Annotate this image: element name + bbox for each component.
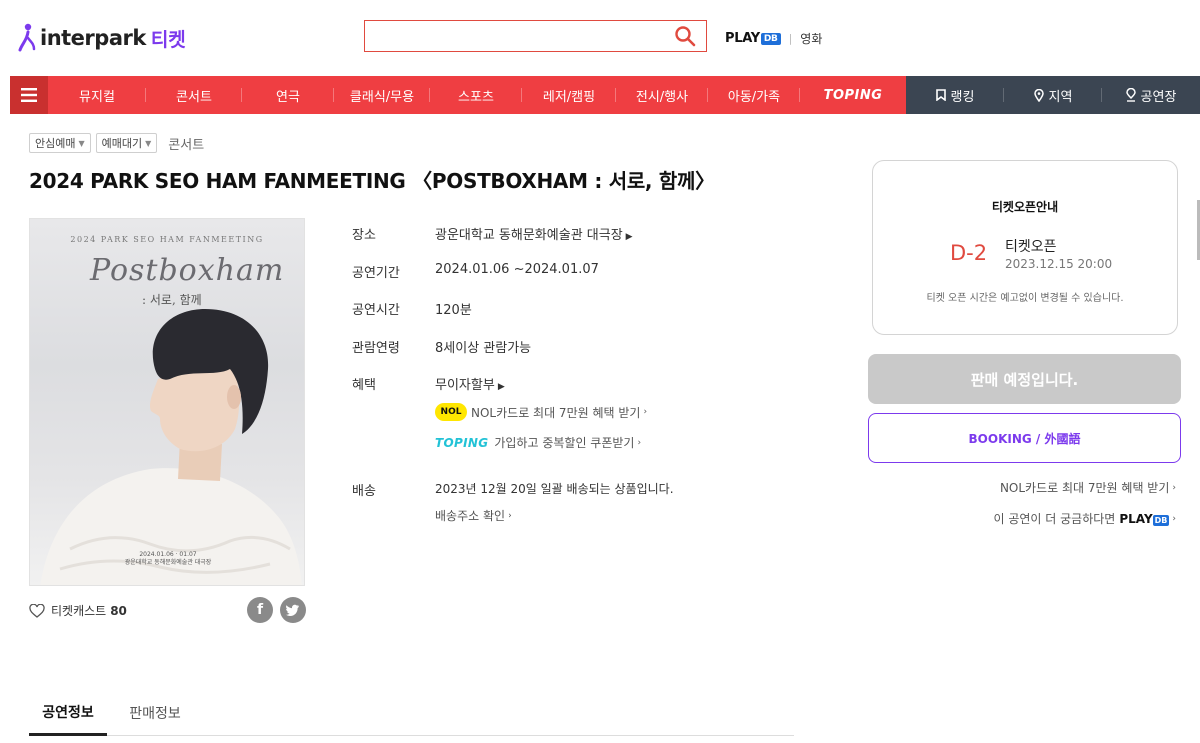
nav-item-sports[interactable]: 스포츠	[430, 76, 522, 114]
triangle-right-icon: ▶	[625, 232, 633, 242]
playdb-area: PLAY DB | 영화	[725, 30, 822, 47]
toping-badge: TOPING	[435, 435, 489, 450]
venue-pin-icon	[1125, 88, 1136, 102]
tag-bar: 안심예매 ▼ 예매대기 ▼ 콘서트	[29, 133, 204, 153]
nav-item-family[interactable]: 아동/가족	[708, 76, 800, 114]
ticket-open-label: 티켓오픈	[1005, 239, 1057, 255]
info-value: 2023년 12월 20일 일괄 배송되는 상품입니다.	[435, 482, 674, 496]
poster-portrait	[40, 309, 302, 585]
chevron-right-icon: ›	[508, 510, 512, 521]
heart-icon	[29, 603, 45, 618]
nav-label: 공연장	[1140, 89, 1177, 105]
chevron-right-icon: ›	[1172, 482, 1176, 493]
movie-link[interactable]: 영화	[800, 30, 822, 47]
hamburger-icon	[21, 88, 37, 102]
twitter-share-button[interactable]	[280, 597, 306, 623]
facebook-icon: f	[256, 602, 264, 618]
nav-item-play[interactable]: 연극	[242, 76, 334, 114]
info-row-runtime: 공연시간 120분	[352, 299, 472, 318]
triangle-right-icon: ▶	[497, 382, 505, 392]
logo-sub: 티켓	[150, 28, 186, 51]
location-pin-icon	[1033, 88, 1044, 102]
info-label: 관람연령	[352, 341, 400, 356]
nol-badge: NOL	[435, 403, 467, 421]
detail-tabs: 공연정보 판매정보	[29, 690, 794, 736]
divider: |	[788, 32, 793, 45]
bookmark-icon	[935, 89, 946, 101]
chevron-right-icon: ›	[1172, 513, 1176, 524]
ticket-open-note: 티켓 오픈 시간은 예고없이 변경될 수 있습니다.	[926, 293, 1124, 304]
caret-down-icon: ▼	[78, 138, 85, 148]
main-nav: 뮤지컬 콘서트 연극 클래식/무용 스포츠 레저/캠핑 전시/행사 아동/가족 …	[10, 76, 1200, 114]
menu-button[interactable]	[10, 76, 48, 114]
side-playdb-link[interactable]: 이 공연이 더 궁금하다면 PLAY DB ›	[994, 510, 1177, 527]
nav-item-exhibition[interactable]: 전시/행사	[616, 76, 708, 114]
info-row-delivery: 배송 2023년 12월 20일 일괄 배송되는 상품입니다.	[352, 480, 674, 499]
playdb-logo: PLAY DB	[1119, 511, 1170, 526]
ticket-open-title: 티켓오픈안내	[991, 200, 1059, 214]
ticket-open-date: 2023.12.15 20:00	[1005, 257, 1113, 271]
installment-link[interactable]: 무이자할부 ▶	[435, 374, 505, 393]
search-input[interactable]	[365, 21, 665, 51]
venue-link[interactable]: 광운대학교 동해문화예술관 대극장 ▶	[435, 224, 633, 243]
booking-foreign-button[interactable]: BOOKING / 外國語	[868, 413, 1181, 463]
tab-sales-info[interactable]: 판매정보	[116, 690, 194, 736]
sale-soon-button[interactable]: 판매 예정입니다.	[868, 354, 1181, 404]
nav-right: 랭킹 지역 공연장	[906, 76, 1200, 114]
info-row-period: 공연기간 2024.01.06 ~2024.01.07	[352, 262, 599, 281]
chevron-right-icon: ›	[637, 437, 642, 448]
page-title: 2024 PARK SEO HAM FANMEETING 〈POSTBOXHAM…	[29, 169, 715, 193]
delivery-address-link[interactable]: 배송주소 확인 ›	[435, 507, 512, 524]
facebook-share-button[interactable]: f	[247, 597, 273, 623]
nav-item-leisure[interactable]: 레저/캠핑	[522, 76, 616, 114]
nol-card-link[interactable]: NOL NOL카드로 최대 7만원 혜택 받기 ›	[435, 403, 647, 421]
info-label: 배송	[352, 484, 376, 499]
side-nol-link[interactable]: NOL카드로 최대 7만원 혜택 받기 ›	[1000, 479, 1176, 496]
info-label: 장소	[352, 228, 376, 243]
info-label: 공연기간	[352, 266, 400, 281]
nav-label: 지역	[1048, 89, 1073, 105]
info-row-age: 관람연령 8세이상 관람가능	[352, 337, 531, 356]
info-value: 2024.01.06 ~2024.01.07	[435, 262, 599, 277]
playdb-logo[interactable]: PLAY DB	[725, 31, 781, 46]
toping-link[interactable]: TOPING 가입하고 중복할인 쿠폰받기 ›	[435, 434, 641, 451]
tag-waitlist[interactable]: 예매대기 ▼	[95, 133, 158, 153]
twitter-icon	[286, 604, 299, 616]
nav-item-ranking[interactable]: 랭킹	[906, 76, 1004, 114]
info-value: 120분	[435, 303, 472, 318]
info-label: 공연시간	[352, 303, 400, 318]
info-row-venue: 장소 광운대학교 동해문화예술관 대극장 ▶	[352, 224, 633, 243]
nav-item-concert[interactable]: 콘서트	[146, 76, 242, 114]
dday-badge: D-2	[950, 241, 988, 265]
ticketcast-label: 티켓캐스트	[51, 604, 107, 618]
search-icon[interactable]	[674, 25, 696, 47]
logo-mark-icon	[18, 23, 36, 52]
tag-safe-booking[interactable]: 안심예매 ▼	[29, 133, 91, 153]
poster-image: 2024 PARK SEO HAM FANMEETING Postboxham …	[29, 218, 305, 586]
caret-down-icon: ▼	[145, 138, 152, 148]
nav-item-region[interactable]: 지역	[1004, 76, 1102, 114]
poster-footer-text: 2024.01.06 · 01.07 광운대학교 동해문화예술관 대극장	[124, 551, 212, 566]
info-row-benefit: 혜택 무이자할부 ▶	[352, 374, 505, 393]
breadcrumb[interactable]: 콘서트	[168, 134, 204, 153]
search-box	[364, 20, 707, 52]
nav-item-venue[interactable]: 공연장	[1102, 76, 1200, 114]
logo-text: interpark	[40, 26, 146, 50]
tab-performance-info[interactable]: 공연정보	[29, 690, 107, 736]
info-value: 8세이상 관람가능	[435, 341, 532, 356]
info-label: 혜택	[352, 378, 376, 393]
nav-item-toping[interactable]: TOPING	[800, 76, 906, 114]
nav-label: 랭킹	[950, 89, 975, 105]
header: interpark 티켓 PLAY DB | 영화	[0, 0, 1200, 76]
ticket-open-box: 티켓오픈안내 D-2 티켓오픈 2023.12.15 20:00 티켓 오픈 시…	[872, 160, 1178, 335]
nav-item-musical[interactable]: 뮤지컬	[48, 76, 146, 114]
chevron-right-icon: ›	[643, 407, 648, 417]
nav-item-classic[interactable]: 클래식/무용	[334, 76, 430, 114]
ticketcast[interactable]: 티켓캐스트 80	[29, 602, 127, 619]
logo[interactable]: interpark 티켓	[18, 22, 186, 54]
ticketcast-count: 80	[110, 603, 127, 618]
